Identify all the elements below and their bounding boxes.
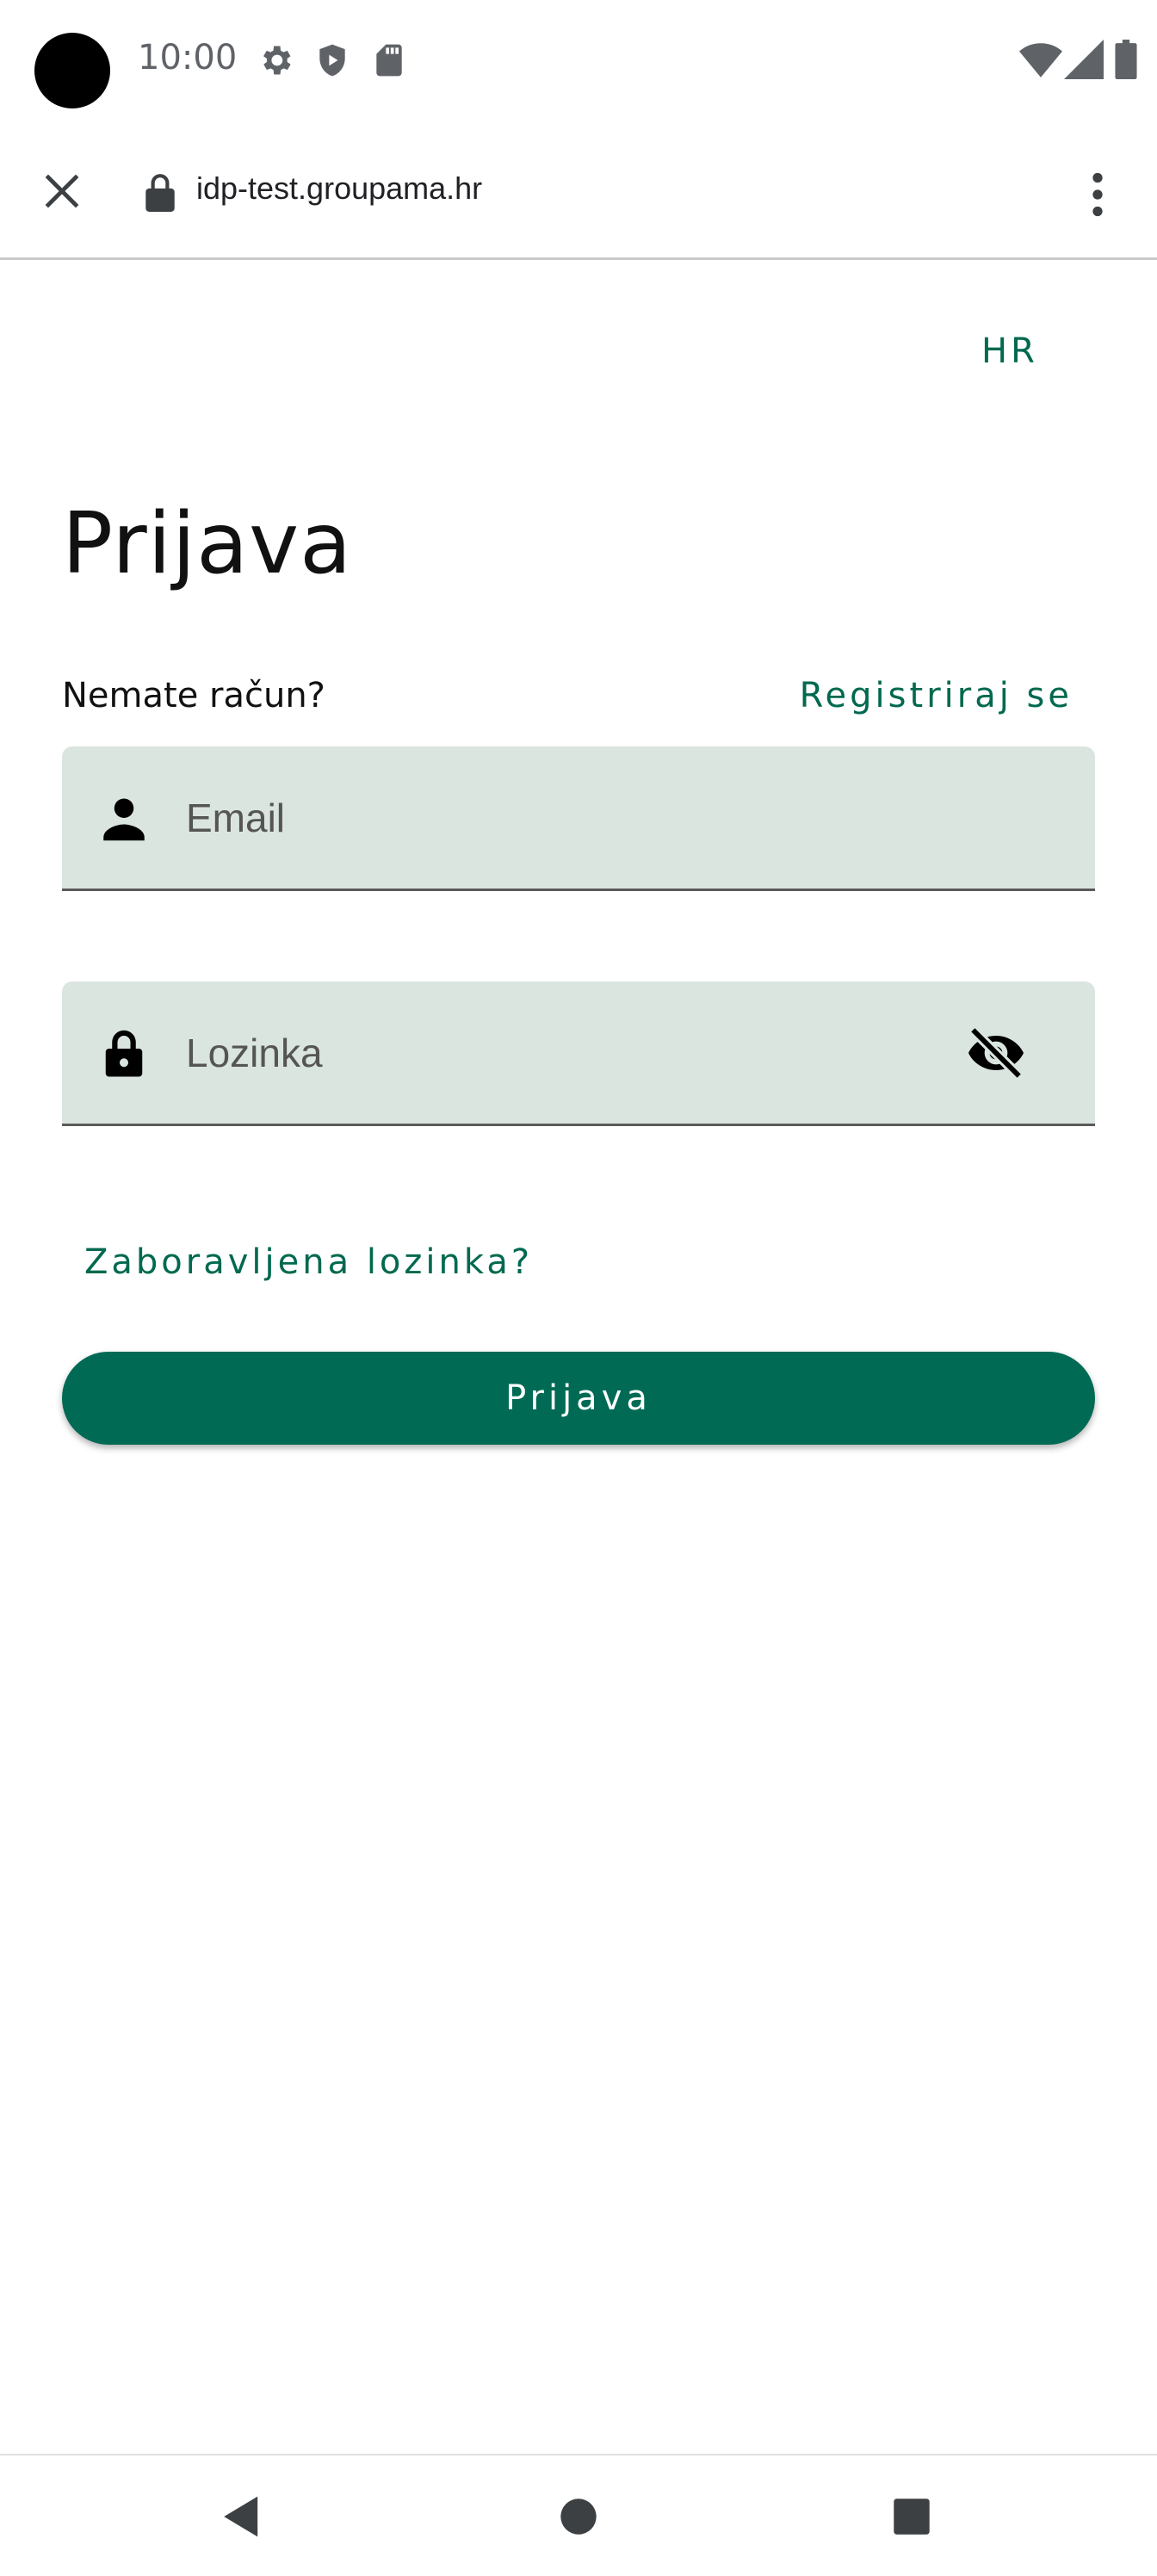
battery-icon — [1115, 40, 1137, 79]
lock-icon — [145, 174, 175, 212]
forgot-password-link[interactable]: Zaboravljena lozinka? — [84, 1242, 533, 1282]
close-button[interactable] — [31, 160, 93, 222]
password-placeholder: Lozinka — [186, 1030, 323, 1075]
navigation-bar — [0, 2454, 1157, 2576]
register-link[interactable]: Registriraj se — [800, 676, 1073, 715]
recents-icon — [894, 2499, 930, 2535]
language-selector[interactable]: HR — [981, 331, 1038, 371]
browser-toolbar: idp-test.groupama.hr — [0, 129, 1157, 260]
close-icon — [45, 174, 79, 208]
status-time: 10:00 — [138, 38, 238, 77]
more-vert-icon — [1092, 172, 1103, 217]
back-icon — [224, 2496, 258, 2537]
shield-icon — [319, 44, 345, 77]
gear-icon — [263, 46, 291, 75]
url-bar[interactable]: idp-test.groupama.hr — [196, 170, 482, 207]
more-options-button[interactable] — [1076, 160, 1119, 229]
signal-icon — [1064, 40, 1104, 79]
no-account-text: Nemate račun? — [62, 676, 325, 715]
person-icon — [103, 798, 145, 840]
email-field[interactable]: Email — [62, 746, 1095, 891]
sd-card-icon — [376, 44, 402, 77]
camera-cutout — [34, 33, 110, 108]
home-icon — [560, 2499, 597, 2535]
padlock-icon — [105, 1030, 143, 1076]
screen: 10:00 idp-test.groupama.hr HR Prijava Ne… — [0, 0, 1157, 2576]
status-bar: 10:00 — [0, 0, 1157, 129]
page-title: Prijava — [62, 495, 353, 593]
password-field[interactable]: Lozinka — [62, 981, 1095, 1126]
wifi-icon — [1019, 43, 1062, 77]
eye-off-icon[interactable] — [966, 1025, 1026, 1081]
recents-button[interactable] — [873, 2478, 950, 2555]
email-placeholder: Email — [186, 795, 286, 840]
back-button[interactable] — [203, 2478, 281, 2555]
login-button[interactable]: Prijava — [62, 1352, 1095, 1445]
home-button[interactable] — [540, 2478, 617, 2555]
